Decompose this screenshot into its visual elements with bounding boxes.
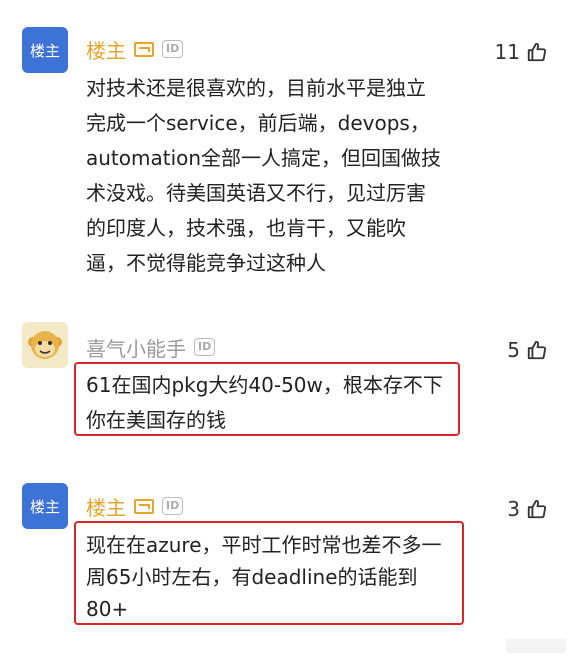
avatar-label: 楼主 xyxy=(29,41,60,60)
highlighted-comment-body: 现在在azure，平时工作时常也差不多一 周65小时左右，有deadline的话… xyxy=(74,521,464,625)
id-badge: ID xyxy=(162,40,184,58)
name-row: 喜气小能手 ID xyxy=(86,333,216,362)
comment-line: 完成一个service，前后端，devops， xyxy=(86,111,430,135)
image-badge-icon xyxy=(134,498,154,514)
comment-line: 现在在azure，平时工作时常也差不多一 xyxy=(86,533,442,557)
user-name[interactable]: 楼主 xyxy=(86,35,126,64)
avatar[interactable]: 楼主 xyxy=(22,27,68,73)
comment-line: 对技术还是很喜欢的，目前水平是独立 xyxy=(86,76,426,100)
id-badge: ID xyxy=(162,497,184,515)
thumbs-up-icon xyxy=(527,499,547,519)
comment-line: 80+ xyxy=(86,597,129,621)
like-count: 11 xyxy=(494,40,520,64)
name-row: 楼主 ID xyxy=(86,35,184,64)
like-button[interactable]: 11 xyxy=(495,40,548,64)
comment-body: 对技术还是很喜欢的，目前水平是独立 完成一个service，前后端，devops… xyxy=(86,71,441,281)
avatar[interactable] xyxy=(22,322,68,368)
comment-line: 61在国内pkg大约40-50w，根本存不下 xyxy=(86,373,443,397)
like-count: 5 xyxy=(507,338,520,362)
thumbs-up-icon xyxy=(527,340,547,360)
image-badge-icon xyxy=(134,41,154,57)
user-name[interactable]: 楼主 xyxy=(86,492,126,521)
comment-line: 周65小时左右，有deadline的话能到 xyxy=(86,565,418,589)
comment-line: 的印度人，技术强，也肯干，又能吹 xyxy=(86,216,406,240)
comment-line: 你在美国存的钱 xyxy=(86,408,226,432)
like-count: 3 xyxy=(507,497,520,521)
avatar-label: 楼主 xyxy=(29,497,60,516)
comment-line: automation全部一人搞定，但回国做技 xyxy=(86,146,442,170)
watermark xyxy=(506,639,566,653)
user-name[interactable]: 喜气小能手 xyxy=(86,333,186,362)
avatar[interactable]: 楼主 xyxy=(22,483,68,529)
monkey-avatar-icon xyxy=(28,331,62,359)
comment-line: 术没戏。待美国英语又不行，见过厉害 xyxy=(86,181,426,205)
name-row: 楼主 ID xyxy=(86,492,184,521)
like-button[interactable]: 5 xyxy=(507,338,548,362)
like-button[interactable]: 3 xyxy=(507,497,548,521)
thumbs-up-icon xyxy=(527,42,547,62)
comment-line: 逼，不觉得能竞争过这种人 xyxy=(86,251,326,275)
id-badge: ID xyxy=(194,338,216,356)
highlighted-comment-body: 61在国内pkg大约40-50w，根本存不下 你在美国存的钱 xyxy=(74,362,460,436)
